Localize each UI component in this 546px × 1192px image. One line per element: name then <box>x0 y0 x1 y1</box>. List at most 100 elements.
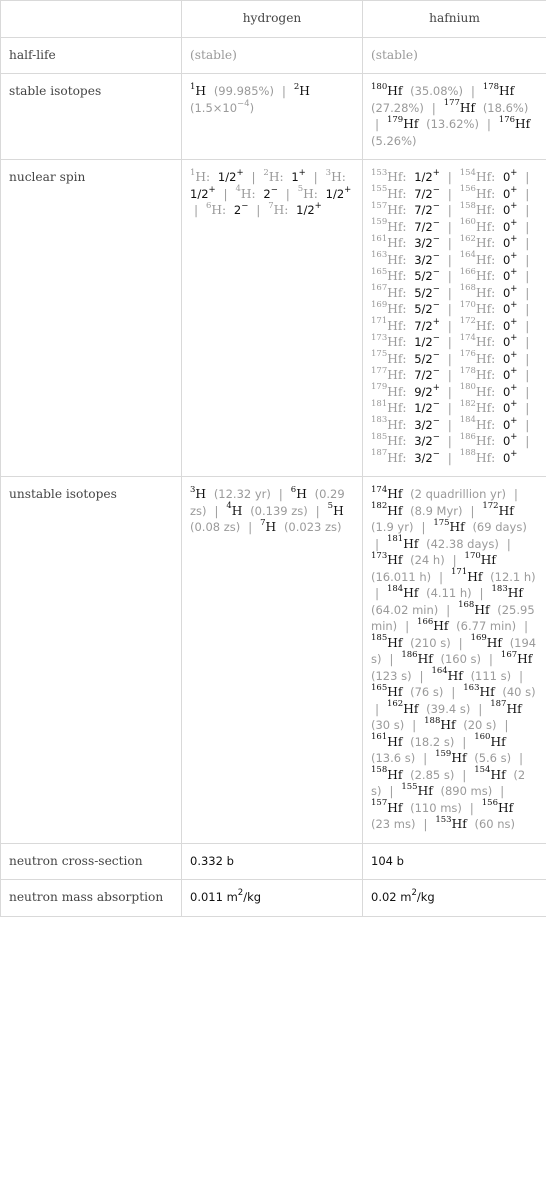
spin-value: 5/2− <box>414 349 440 366</box>
mass-number: 173 <box>371 550 388 561</box>
isotope-value: (39.4 s) <box>426 701 471 716</box>
half-life-hafnium: (stable) <box>362 36 546 74</box>
mass-number: 155 <box>371 184 388 195</box>
element-symbol: H <box>231 503 243 518</box>
parity: + <box>510 349 518 360</box>
isotope-entry: 7H (0.023 zs) <box>260 519 341 534</box>
separator: | <box>447 236 452 250</box>
isotope-entry: 163Hf: 3/2− <box>371 250 440 267</box>
isotope-value: (5.26%) <box>371 133 417 148</box>
mass-number: 178 <box>482 81 500 92</box>
isotope-entry: 166Hf (6.77 min) <box>417 616 516 633</box>
mass-number: 161 <box>371 233 388 244</box>
isotope-entry: 182Hf: 0+ <box>460 399 518 415</box>
mass-number: 178 <box>459 365 476 376</box>
isotope-entry: 1H: 1/2+ <box>190 169 244 184</box>
isotope-entry: 162Hf: 0+ <box>460 235 518 250</box>
separator: | <box>447 186 452 201</box>
row-label: stable isotopes <box>0 73 182 160</box>
element-symbol: Hf <box>459 100 476 115</box>
element-symbol: Hf: <box>475 186 496 201</box>
separator: | <box>447 335 452 349</box>
mass-number: 174 <box>371 484 388 495</box>
isotope-entry: 162Hf (39.4 s) <box>387 700 471 716</box>
isotope-value: (27.28%) <box>371 100 424 115</box>
separator: | <box>447 170 452 184</box>
row-label: neutron cross-section <box>0 842 182 880</box>
parity: + <box>510 432 518 443</box>
isotope-entry: 188Hf (20 s) <box>424 717 497 732</box>
element-symbol: Hf: <box>387 434 407 448</box>
separator: | <box>513 487 519 501</box>
separator: | <box>278 487 283 501</box>
separator: | <box>447 318 452 333</box>
parity: + <box>432 316 440 327</box>
element-symbol: Hf <box>433 619 449 633</box>
isotope-value: (210 s) <box>410 635 451 650</box>
mass-number: 185 <box>371 431 388 442</box>
element-symbol: Hf: <box>475 384 496 399</box>
isotope-entry: 161Hf (18.2 s) <box>371 733 454 748</box>
mass-number: 153 <box>435 814 452 825</box>
separator: | <box>423 817 428 831</box>
mass-number: 166 <box>417 616 434 627</box>
element-symbol: Hf: <box>387 335 407 349</box>
separator: | <box>375 117 380 131</box>
separator: | <box>525 335 530 349</box>
mass-number: 169 <box>371 299 388 310</box>
separator: | <box>194 203 199 217</box>
row-half-life: half-life (stable) (stable) <box>0 36 546 74</box>
isotope-entry: 155Hf (890 ms) <box>401 783 492 798</box>
separator: | <box>525 203 530 217</box>
mass-number: 3 <box>325 167 332 178</box>
isotope-entry: 163Hf (40 s) <box>463 684 535 699</box>
spin-value: 3/2− <box>414 250 440 267</box>
separator: | <box>525 219 530 234</box>
separator: | <box>519 668 524 683</box>
mass-number: 2 <box>293 81 300 92</box>
spin-value: 0+ <box>502 366 518 382</box>
isotope-entry: 174Hf: 0+ <box>460 333 518 349</box>
separator: | <box>525 434 530 448</box>
mass-number: 172 <box>459 316 476 327</box>
separator: | <box>447 368 452 382</box>
mass-number: 158 <box>371 765 388 776</box>
isotope-value: (35.08%) <box>410 84 463 98</box>
row-label: unstable isotopes <box>0 476 182 844</box>
spin-value: 0+ <box>502 333 518 349</box>
isotope-value: (16.011 h) <box>371 569 432 584</box>
element-symbol: Hf: <box>387 236 407 250</box>
element-symbol: H: <box>303 186 318 201</box>
row-label: nuclear spin <box>0 159 182 477</box>
separator: | <box>525 351 530 366</box>
isotope-value: (4.11 h) <box>426 586 472 600</box>
separator: | <box>447 219 452 234</box>
parity: − <box>432 201 440 212</box>
isotope-value: (69 days) <box>472 520 527 534</box>
separator: | <box>447 302 452 316</box>
mass-number: 186 <box>401 649 418 660</box>
separator: | <box>256 203 261 217</box>
spin-value: 9/2+ <box>414 382 440 399</box>
isotope-entry: 165Hf: 5/2− <box>371 268 440 283</box>
separator: | <box>405 619 410 633</box>
isotope-value: (76 s) <box>410 685 444 699</box>
element-symbol: H: <box>331 170 346 184</box>
separator: | <box>525 368 530 382</box>
isotope-entry: 181Hf: 1/2− <box>371 400 440 415</box>
separator: | <box>447 417 452 432</box>
element-symbol: Hf: <box>387 203 407 217</box>
separator: | <box>412 718 417 732</box>
parity: + <box>510 399 518 410</box>
separator: | <box>451 685 456 699</box>
row-label: neutron mass absorption <box>0 879 182 917</box>
isotope-entry: 186Hf: 0+ <box>460 432 518 448</box>
element-symbol: Hf: <box>387 269 407 283</box>
isotope-value: (20 s) <box>463 718 497 732</box>
element-symbol: Hf <box>515 117 531 131</box>
element-symbol: Hf <box>449 520 465 534</box>
mass-number: 157 <box>371 798 388 809</box>
parity: + <box>510 415 518 426</box>
header-hydrogen: hydrogen <box>181 0 363 38</box>
isotope-entry: 188Hf: 0+ <box>460 449 518 464</box>
